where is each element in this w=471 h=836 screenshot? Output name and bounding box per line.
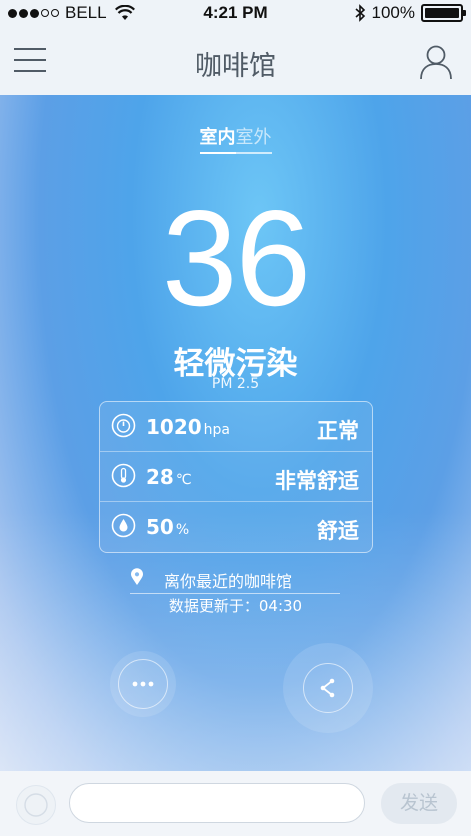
pressure-row: 1020 hpa 正常 bbox=[100, 402, 372, 452]
smiley-icon bbox=[24, 793, 48, 817]
location-tabs: 室内室外 bbox=[0, 123, 471, 154]
humidity-reading: 50% bbox=[146, 515, 189, 539]
conditions-card: 1020 hpa 正常 28 ℃ 非常舒适 50% 舒适 bbox=[99, 401, 373, 553]
message-composer: 发送 bbox=[0, 771, 471, 836]
humidity-value: 50 bbox=[146, 515, 174, 539]
status-bar: BELL 4:21 PM 100% bbox=[0, 0, 471, 26]
aqi-value: 36 bbox=[161, 182, 311, 334]
temperature-value: 28 bbox=[146, 465, 174, 489]
temperature-reading: 28 ℃ bbox=[146, 465, 192, 489]
humidity-row: 50% 舒适 bbox=[100, 502, 372, 551]
message-input[interactable] bbox=[69, 783, 365, 823]
temperature-status: 非常舒适 bbox=[275, 469, 359, 493]
pressure-unit: hpa bbox=[203, 422, 231, 438]
nav-bar: 咖啡馆 bbox=[0, 26, 471, 95]
emoji-button[interactable] bbox=[16, 785, 56, 825]
location-text: 离你最近的咖啡馆 bbox=[164, 572, 293, 591]
air-quality-panel: 室内室外 36 轻微污染 PM 2.5 1020 hpa 正常 28 ℃ 非常舒适 bbox=[0, 95, 471, 771]
tab-indoor[interactable]: 室内 bbox=[199, 123, 236, 154]
more-dots-icon bbox=[132, 681, 154, 687]
share-icon bbox=[320, 678, 335, 698]
bluetooth-icon bbox=[354, 4, 365, 22]
battery-percent: 100% bbox=[371, 3, 415, 22]
humidity-unit: % bbox=[175, 522, 190, 538]
pressure-gauge-icon bbox=[111, 413, 136, 438]
pressure-reading: 1020 hpa bbox=[146, 415, 230, 439]
pressure-value: 1020 bbox=[146, 415, 202, 439]
share-button[interactable] bbox=[283, 643, 373, 733]
humidity-drop-icon bbox=[111, 513, 136, 538]
more-button[interactable] bbox=[110, 651, 176, 717]
update-time: 数据更新于：04:30 bbox=[168, 597, 303, 615]
location-pin-icon bbox=[131, 568, 143, 585]
page-title: 咖啡馆 bbox=[195, 51, 276, 82]
tab-outdoor[interactable]: 室外 bbox=[235, 123, 272, 154]
pressure-status: 正常 bbox=[317, 419, 359, 443]
temperature-unit: ℃ bbox=[175, 472, 192, 488]
thermometer-icon bbox=[111, 463, 136, 488]
user-profile-icon[interactable] bbox=[419, 44, 453, 80]
battery-icon bbox=[421, 4, 466, 22]
humidity-status: 舒适 bbox=[317, 519, 359, 543]
status-right: 100% bbox=[354, 3, 466, 23]
location-link[interactable]: 离你最近的咖啡馆 bbox=[130, 565, 340, 594]
temperature-row: 28 ℃ 非常舒适 bbox=[100, 452, 372, 502]
send-button[interactable]: 发送 bbox=[381, 783, 457, 824]
pm-label: PM 2.5 bbox=[211, 376, 260, 392]
